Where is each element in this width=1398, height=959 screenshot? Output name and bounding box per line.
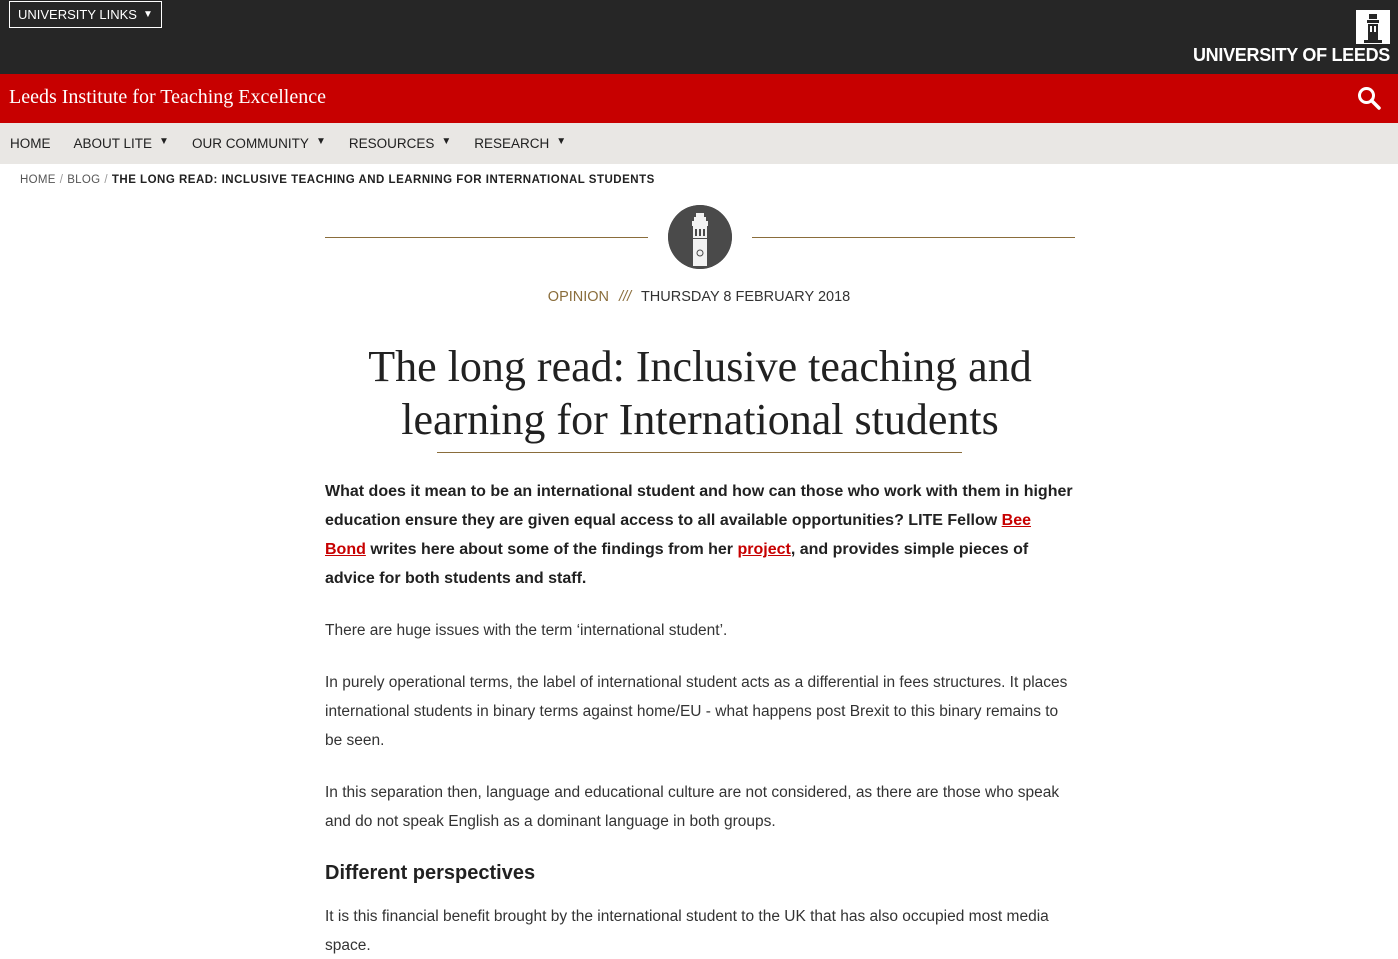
lede-text: writes here about some of the findings f… bbox=[365, 541, 738, 558]
breadcrumb-separator: / bbox=[59, 174, 64, 186]
meta-separator: /// bbox=[619, 289, 632, 305]
project-link[interactable]: project bbox=[737, 541, 790, 558]
logo-wordmark: UNIVERSITY OF LEEDS bbox=[1192, 45, 1390, 65]
caret-down-icon: ▼ bbox=[441, 136, 452, 147]
nav-item-research[interactable]: RESEARCH ▼ bbox=[474, 136, 566, 151]
breadcrumb-home[interactable]: HOME bbox=[20, 174, 56, 186]
article-date: THURSDAY 8 FEBRUARY 2018 bbox=[640, 289, 851, 305]
breadcrumb-separator: / bbox=[104, 174, 108, 186]
university-logo[interactable]: UNIVERSITY OF LEEDS bbox=[1193, 10, 1390, 70]
nav-item-our-community[interactable]: OUR COMMUNITY ▼ bbox=[192, 136, 326, 151]
main-nav: HOME ABOUT LITE ▼ OUR COMMUNITY ▼ RESOUR… bbox=[0, 123, 1398, 164]
university-links-label: UNIVERSITY LINKS bbox=[18, 7, 137, 22]
article-lede: What does it mean to be an international… bbox=[325, 477, 1075, 593]
article-title: The long read: Inclusive teaching and le… bbox=[368, 342, 1032, 444]
article-paragraph: It is this financial benefit brought by … bbox=[325, 908, 1049, 954]
ornament-rule-right bbox=[752, 237, 1075, 238]
site-title[interactable]: Leeds Institute for Teaching Excellence bbox=[9, 86, 326, 109]
nav-item-about-lite[interactable]: ABOUT LITE ▼ bbox=[74, 136, 169, 151]
nav-item-label: OUR COMMUNITY bbox=[191, 136, 309, 151]
chevron-down-icon: ▼ bbox=[142, 9, 153, 20]
breadcrumb-blog[interactable]: BLOG bbox=[67, 174, 100, 186]
nav-item-label: ABOUT LITE bbox=[73, 136, 153, 151]
nav-item-home[interactable]: HOME bbox=[10, 136, 51, 151]
nav-item-label: RESOURCES bbox=[348, 136, 435, 151]
university-links-button[interactable]: UNIVERSITY LINKS ▼ bbox=[9, 1, 162, 28]
breadcrumb-current: THE LONG READ: INCLUSIVE TEACHING AND LE… bbox=[111, 174, 655, 186]
section-heading: Different perspectives bbox=[325, 862, 536, 884]
nav-item-label: RESEARCH bbox=[474, 136, 550, 151]
article-paragraph: In this separation then, language and ed… bbox=[325, 784, 1060, 830]
title-underline bbox=[437, 452, 962, 453]
article-body: What does it mean to be an international… bbox=[325, 477, 1075, 959]
nav-item-resources[interactable]: RESOURCES ▼ bbox=[349, 136, 451, 151]
nav-item-label: HOME bbox=[10, 136, 51, 151]
search-icon[interactable] bbox=[1356, 85, 1382, 111]
ornament-rule-left bbox=[325, 237, 648, 238]
article-paragraph: There are huge issues with the term ‘int… bbox=[325, 622, 728, 639]
site-header: Leeds Institute for Teaching Excellence bbox=[0, 74, 1398, 123]
parkinson-tower-icon bbox=[1356, 10, 1390, 44]
top-bar: UNIVERSITY LINKS ▼ UNIVERSITY OF LEEDS bbox=[0, 0, 1398, 74]
caret-down-icon: ▼ bbox=[556, 136, 567, 147]
breadcrumb: HOME / BLOG / THE LONG READ: INCLUSIVE T… bbox=[20, 174, 655, 186]
lede-text: What does it mean to be an international… bbox=[325, 483, 1073, 529]
caret-down-icon: ▼ bbox=[315, 136, 326, 147]
article-paragraph: In purely operational terms, the label o… bbox=[325, 674, 1068, 749]
article-category[interactable]: OPINION bbox=[548, 289, 609, 305]
tower-badge-icon bbox=[668, 205, 732, 269]
caret-down-icon: ▼ bbox=[159, 136, 169, 147]
article-meta: OPINION /// THURSDAY 8 FEBRUARY 2018 bbox=[0, 289, 1398, 305]
